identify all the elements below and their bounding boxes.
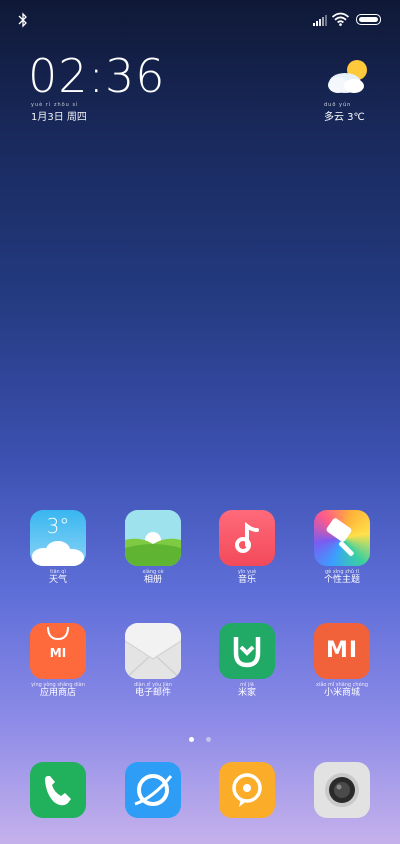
- gallery-app-icon: [125, 510, 181, 566]
- app-label: mǐ jiā 米家: [237, 682, 256, 698]
- partly-cloudy-icon[interactable]: [324, 56, 372, 96]
- date-pinyin: yuè rì zhōu sì: [31, 102, 79, 108]
- weather-text: 多云 3℃: [324, 112, 365, 123]
- app-label: xiàng cè 相册: [142, 569, 164, 585]
- wifi-icon: [332, 12, 349, 26]
- page-dot[interactable]: [205, 737, 211, 742]
- weather-pinyin: duō yún: [324, 102, 352, 108]
- dock-phone[interactable]: [13, 762, 103, 818]
- bluetooth-icon: [18, 12, 27, 28]
- messaging-app-icon: [219, 762, 275, 818]
- browser-app-icon: [125, 762, 181, 818]
- weather-app-icon: 3°: [30, 510, 86, 566]
- app-mijia[interactable]: mǐ jiā 米家: [202, 623, 292, 698]
- email-app-icon: [125, 623, 181, 679]
- app-themes[interactable]: gè xìng zhǔ tí 个性主题: [297, 510, 387, 585]
- app-label: yìng yòng shāng diàn 应用商店: [31, 682, 85, 698]
- app-gallery[interactable]: xiàng cè 相册: [108, 510, 198, 585]
- mi-store-app-icon: MI: [314, 623, 370, 679]
- app-email[interactable]: diàn zǐ yóu jiàn 电子邮件: [108, 623, 198, 698]
- phone-app-icon: [30, 762, 86, 818]
- date-text: 1月3日 周四: [31, 112, 87, 123]
- themes-app-icon: [314, 510, 370, 566]
- camera-app-icon: [314, 762, 370, 818]
- clock-time[interactable]: 02:36: [28, 52, 166, 100]
- mijia-app-icon: [219, 623, 275, 679]
- app-label: gè xìng zhǔ tí 个性主题: [323, 569, 360, 585]
- app-store[interactable]: MI yìng yòng shāng diàn 应用商店: [13, 623, 103, 698]
- mi-store-mark: MI: [325, 638, 359, 663]
- page-dot-active[interactable]: [189, 737, 195, 742]
- weather-label[interactable]: duō yún 多云 3℃: [324, 102, 365, 123]
- battery-icon: [356, 14, 381, 25]
- signal-icon: [313, 15, 327, 26]
- app-weather[interactable]: 3° tiān qì 天气: [13, 510, 103, 585]
- app-label: yīn yuè 音乐: [237, 569, 257, 585]
- dock-camera[interactable]: [297, 762, 387, 818]
- page-indicator[interactable]: [0, 727, 400, 746]
- dock-messaging[interactable]: [202, 762, 292, 818]
- dock-browser[interactable]: [108, 762, 198, 818]
- date-label[interactable]: yuè rì zhōu sì 1月3日 周四: [31, 102, 87, 123]
- app-store-mark: MI: [49, 646, 67, 660]
- app-label: xiǎo mǐ shāng chéng 小米商城: [315, 682, 369, 698]
- app-label: tiān qì 天气: [48, 569, 67, 585]
- app-label: diàn zǐ yóu jiàn 电子邮件: [134, 682, 172, 698]
- app-mi-store[interactable]: MI xiǎo mǐ shāng chéng 小米商城: [297, 623, 387, 698]
- status-bar: [0, 0, 400, 40]
- app-store-icon: MI: [30, 623, 86, 679]
- app-music[interactable]: yīn yuè 音乐: [202, 510, 292, 585]
- music-app-icon: [219, 510, 275, 566]
